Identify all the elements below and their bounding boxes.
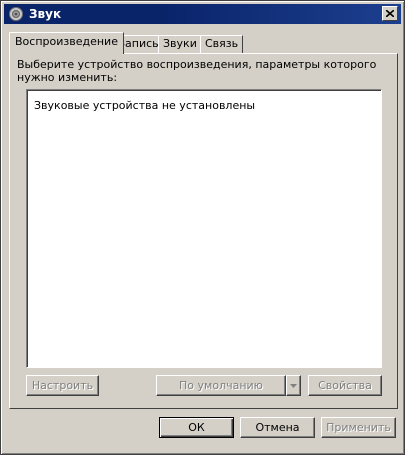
close-icon <box>386 10 394 17</box>
configure-button[interactable]: Настроить <box>26 375 99 396</box>
ok-button[interactable]: ОК <box>159 417 234 438</box>
apply-button[interactable]: Применить <box>321 417 396 438</box>
tab-sounds[interactable]: Звуки <box>158 35 202 53</box>
tab-communications[interactable]: Связь <box>200 35 244 53</box>
set-default-button[interactable]: По умолчанию <box>156 375 286 396</box>
close-button[interactable] <box>382 6 398 21</box>
set-default-dropdown[interactable] <box>286 375 301 396</box>
empty-list-message: Звуковые устройства не установлены <box>34 99 256 112</box>
chevron-down-icon <box>290 383 297 388</box>
properties-button[interactable]: Свойства <box>308 375 382 396</box>
sound-dialog: Звук Воспроизведение Запись Звуки Связь … <box>0 0 405 455</box>
title-bar[interactable]: Звук <box>4 4 401 24</box>
instruction-text: Выберите устройство воспроизведения, пар… <box>17 58 377 84</box>
cancel-button[interactable]: Отмена <box>240 417 315 438</box>
speaker-icon <box>8 6 24 22</box>
window-title: Звук <box>29 7 62 21</box>
device-list[interactable]: Звуковые устройства не установлены <box>26 89 382 368</box>
tab-playback[interactable]: Воспроизведение <box>9 32 124 54</box>
